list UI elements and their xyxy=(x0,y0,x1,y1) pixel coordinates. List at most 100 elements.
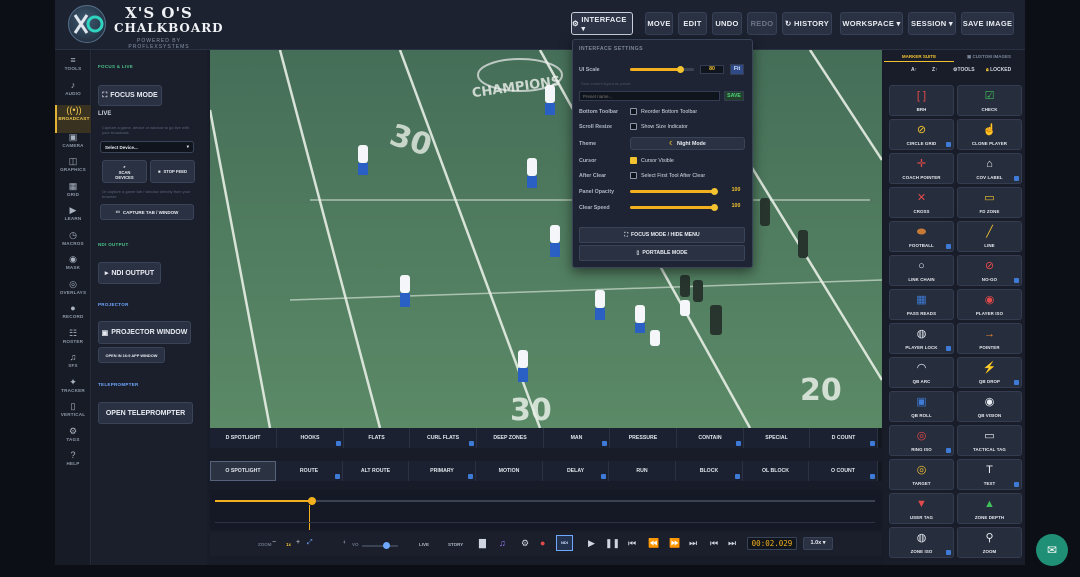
record-icon[interactable]: ● xyxy=(540,537,545,549)
playhead-handle[interactable] xyxy=(308,497,316,505)
skip-start-icon[interactable]: ⏮ xyxy=(628,537,636,549)
interface-button[interactable]: ⚙ INTERFACE ▾ xyxy=(571,12,633,35)
cursor-checkbox[interactable] xyxy=(630,157,637,164)
all-tools-button[interactable]: ⚙TOOLS xyxy=(953,67,975,73)
save-image-button[interactable]: SAVE IMAGE xyxy=(961,12,1014,35)
nav-item-audio[interactable]: ♪ AUDIO xyxy=(55,80,91,104)
sort-az-button[interactable]: A↑ xyxy=(911,67,917,73)
tool-target[interactable]: ◎ TARGET xyxy=(889,459,954,490)
ui-scale-knob[interactable] xyxy=(677,66,684,73)
tool-link-chain[interactable]: ○ LINK CHAIN xyxy=(889,255,954,286)
play-button-d-spotlight[interactable]: D SPOTLIGHT xyxy=(210,428,277,448)
timeline[interactable] xyxy=(210,490,882,530)
tool-zone-depth[interactable]: ▲ ZONE DEPTH xyxy=(957,493,1022,524)
tool-cov-label[interactable]: ⌂ COV LABEL xyxy=(957,153,1022,184)
save-preset-button[interactable]: SAVE xyxy=(724,91,744,101)
tab-custom-images[interactable]: ▣ CUSTOM IMAGES xyxy=(954,52,1024,62)
focus-mode-button[interactable]: ⛶ FOCUS MODE xyxy=(98,85,162,106)
play-button-flats[interactable]: FLATS xyxy=(344,428,410,448)
live-toggle[interactable]: LIVE xyxy=(419,542,429,547)
tool-zone-iso[interactable]: ◍ ZONE ISO xyxy=(889,527,954,558)
tool-player-lock[interactable]: ◍ PLAYER LOCK xyxy=(889,323,954,354)
tool-ring-iso[interactable]: ◎ RING ISO xyxy=(889,425,954,456)
clear-speed-knob[interactable] xyxy=(711,204,718,211)
tool-pointer[interactable]: → POINTER xyxy=(957,323,1022,354)
open-app-window-button[interactable]: OPEN IN 16:9 APP WINDOW xyxy=(98,347,165,363)
ui-scale-slider[interactable] xyxy=(630,68,681,71)
stop-feed-button[interactable]: ■ STOP FEED xyxy=(150,160,195,183)
tool-tactical-tag[interactable]: ▭ TACTICAL TAG xyxy=(957,425,1022,456)
tab-marker-suite[interactable]: MARKER SUITE xyxy=(884,52,954,62)
zoom-out-icon[interactable]: − xyxy=(272,537,276,549)
preset-name-input[interactable] xyxy=(579,91,720,101)
play-button-pressure[interactable]: PRESSURE xyxy=(610,428,677,448)
tool-qb-roll[interactable]: ▣ QB ROLL xyxy=(889,391,954,422)
play-button-run[interactable]: RUN xyxy=(609,461,676,481)
nav-item-broadcast[interactable]: ((•)) BROADCAST xyxy=(55,105,91,133)
play-button-o-spotlight[interactable]: O SPOTLIGHT xyxy=(210,461,276,481)
play-button-special[interactable]: SPECIAL xyxy=(744,428,810,448)
after-clear-checkbox[interactable] xyxy=(630,172,637,179)
tool-qb-vision[interactable]: ◉ QB VISION xyxy=(957,391,1022,422)
ndi-output-button[interactable]: ▸ NDI OUTPUT xyxy=(98,262,161,284)
settings-icon[interactable]: ⚙ xyxy=(521,537,529,549)
nav-item-graphics[interactable]: ◫ GRAPHICS xyxy=(55,156,91,180)
play-button-curl-flats[interactable]: CURL FLATS xyxy=(410,428,477,448)
play-icon[interactable]: ▶ xyxy=(588,537,595,549)
workspace-button[interactable]: WORKSPACE ▾ xyxy=(840,12,903,35)
sort-za-button[interactable]: Z↑ xyxy=(932,67,938,73)
fit-view-icon[interactable]: ⤢ xyxy=(307,537,313,549)
fast-forward-icon[interactable]: ⏩ xyxy=(669,537,680,549)
theme-select[interactable]: ☾ Night Mode xyxy=(630,137,745,150)
play-button-d-count[interactable]: D COUNT xyxy=(810,428,878,448)
playback-speed-select[interactable]: 1.0x ▾ xyxy=(803,537,833,550)
locked-toggle[interactable]: 🔒︎ LOCKED xyxy=(986,67,1011,73)
play-button-deep-zones[interactable]: DEEP ZONES xyxy=(477,428,544,448)
scan-devices-button[interactable]: ⌕ SCAN DEVICES xyxy=(102,160,147,183)
nav-item-macros[interactable]: ◷ MACROS xyxy=(55,230,91,254)
tool-qb-arc[interactable]: ◠ QB ARC xyxy=(889,357,954,388)
undo-button[interactable]: UNDO xyxy=(712,12,742,35)
prev-frame-icon[interactable]: ⏮ xyxy=(710,537,718,549)
clear-speed-slider[interactable] xyxy=(630,206,715,209)
volume-track[interactable] xyxy=(362,545,398,547)
capture-tab-button[interactable]: ▭ CAPTURE TAB / WINDOW xyxy=(100,204,194,220)
nav-item-vertical[interactable]: ▯ VERTICAL xyxy=(55,401,91,425)
play-button-delay[interactable]: DELAY xyxy=(543,461,609,481)
nav-item-sfx[interactable]: ♫ SFX xyxy=(55,352,91,376)
redo-button[interactable]: REDO xyxy=(747,12,777,35)
nav-item-camera[interactable]: ▣ CAMERA xyxy=(55,132,91,156)
panel-opacity-knob[interactable] xyxy=(711,188,718,195)
ndi-badge[interactable]: NDI xyxy=(556,535,573,551)
nav-item-roster[interactable]: ☷ ROSTER xyxy=(55,328,91,352)
panel-opacity-slider[interactable] xyxy=(630,190,715,193)
zoom-in-icon[interactable]: + xyxy=(296,537,300,549)
device-select[interactable]: Select Device... ▾ xyxy=(100,141,194,153)
pause-icon[interactable]: ❚❚ xyxy=(605,537,620,549)
tool-coach-pointer[interactable]: ✛ COACH POINTER xyxy=(889,153,954,184)
volume-icon[interactable]: ◐ xyxy=(343,537,347,549)
ui-scale-value[interactable]: 80 xyxy=(700,65,724,74)
play-button-primary[interactable]: PRIMARY xyxy=(409,461,476,481)
tool-football[interactable]: ⬬ FOOTBALL xyxy=(889,221,954,252)
history-button[interactable]: ↻ HISTORY xyxy=(782,12,832,35)
scroll-resize-checkbox[interactable] xyxy=(630,123,637,130)
tool-circle-grid[interactable]: ⊘ CIRCLE GRID xyxy=(889,119,954,150)
tool-brh[interactable]: [ ] BRH xyxy=(889,85,954,116)
open-teleprompter-button[interactable]: OPEN TELEPROMPTER xyxy=(98,402,193,424)
tool-user-tag[interactable]: ▼ USER TAG xyxy=(889,493,954,524)
bottom-toolbar-checkbox[interactable] xyxy=(630,108,637,115)
tool-zoom[interactable]: ⚲ ZOOM xyxy=(957,527,1022,558)
music-icon[interactable]: ♫ xyxy=(499,537,506,549)
nav-item-tags[interactable]: ⚙ TAGS xyxy=(55,426,91,450)
video-canvas[interactable]: CHAMPIONS 30 30 20 20 xyxy=(210,50,882,428)
story-toggle[interactable]: STORY xyxy=(448,542,463,547)
play-button-ol-block[interactable]: OL BLOCK xyxy=(743,461,809,481)
volume-knob[interactable] xyxy=(383,542,390,549)
play-button-motion[interactable]: MOTION xyxy=(476,461,543,481)
nav-item-tools[interactable]: ≡ TOOLS xyxy=(55,55,91,79)
play-button-o-count[interactable]: O COUNT xyxy=(809,461,878,481)
tool-pass-reads[interactable]: ▦ PASS READS xyxy=(889,289,954,320)
move-button[interactable]: MOVE xyxy=(645,12,673,35)
tool-qb-drop[interactable]: ⚡ QB DROP xyxy=(957,357,1022,388)
